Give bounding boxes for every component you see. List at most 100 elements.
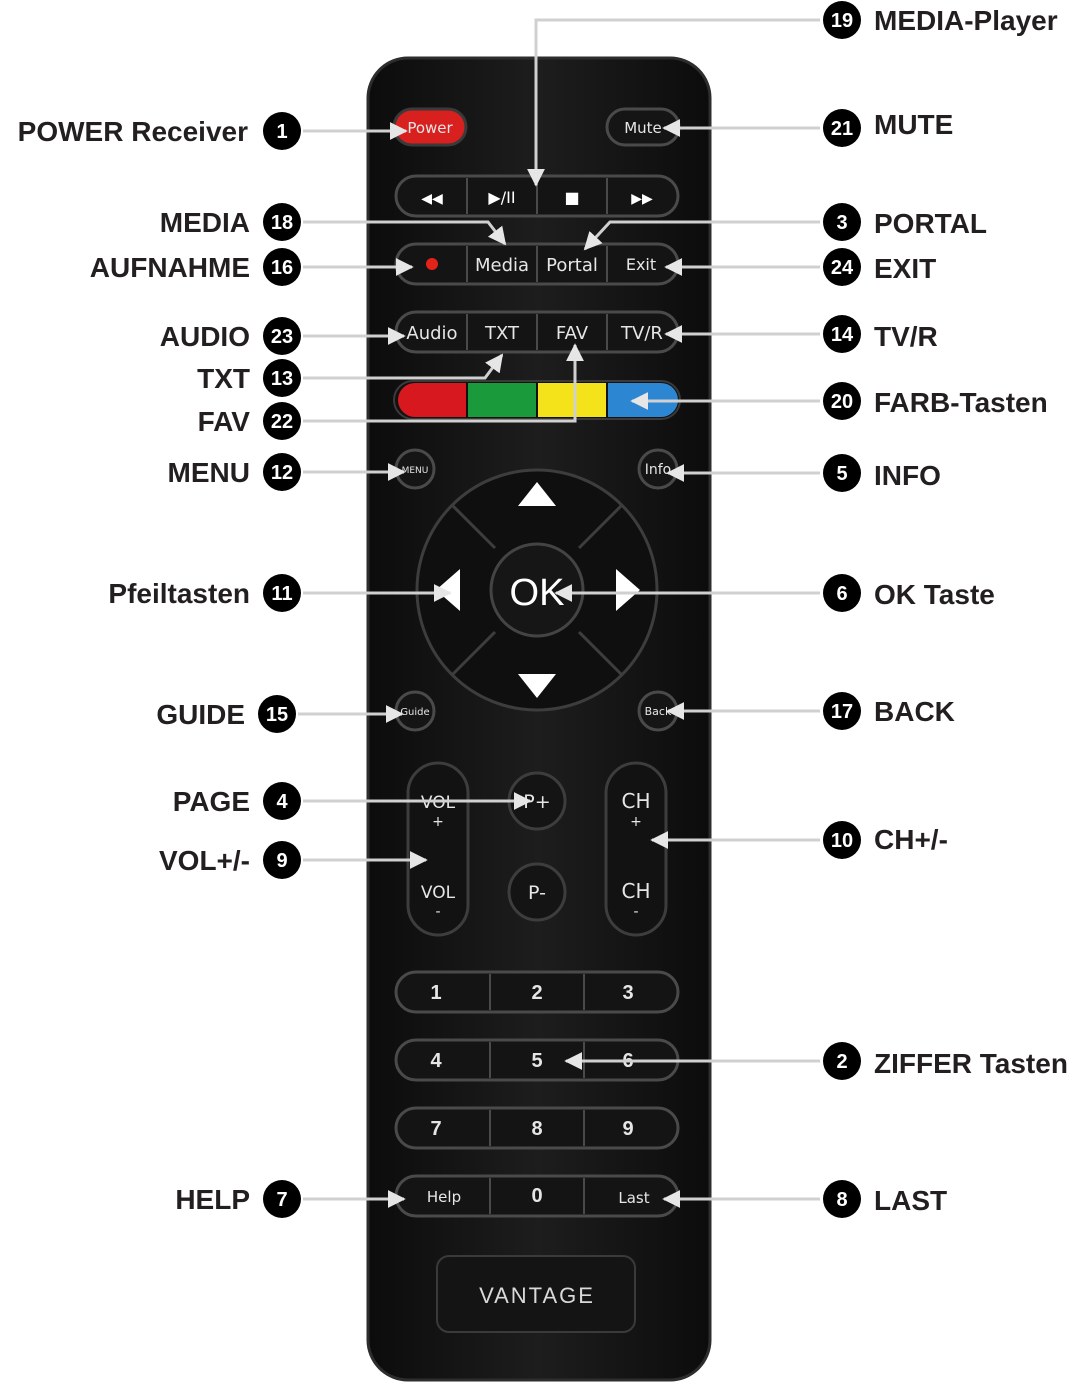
tvr-button[interactable]: TV/R xyxy=(620,323,663,344)
callout-menu-text: MENU xyxy=(168,457,250,488)
green-key[interactable] xyxy=(468,383,536,417)
callout-audio: AUDIO 23 xyxy=(160,317,301,355)
callout-ok: 6 OK Taste xyxy=(823,574,995,612)
menu-button[interactable]: MENU xyxy=(394,448,436,490)
callout-portal-num: 3 xyxy=(836,212,847,234)
info-button[interactable]: Info xyxy=(637,448,679,490)
callout-mute-text: MUTE xyxy=(874,109,953,140)
tvr-button-label: TV/R xyxy=(620,323,663,344)
callout-info-num: 5 xyxy=(836,463,847,485)
vol-down-label: VOL xyxy=(421,883,456,903)
callout-media: MEDIA 18 xyxy=(160,203,301,241)
callout-last-text: LAST xyxy=(874,1185,947,1216)
callout-fav-text: FAV xyxy=(198,406,251,437)
digit-7-button[interactable]: 7 xyxy=(430,1118,441,1140)
callout-back-num: 17 xyxy=(831,701,853,723)
rewind-button[interactable]: ◀◀ xyxy=(421,191,443,207)
ok-button[interactable]: OK xyxy=(489,542,585,638)
callout-color: 20 FARB-Tasten xyxy=(823,382,1048,420)
callout-guide: GUIDE 15 xyxy=(156,695,296,733)
guide-button-label: Guide xyxy=(400,707,429,718)
stop-button[interactable]: ■ xyxy=(564,188,579,207)
callout-digits-text: ZIFFER Tasten xyxy=(874,1048,1068,1079)
portal-button-label: Portal xyxy=(546,255,598,276)
callout-last: 8 LAST xyxy=(823,1180,947,1218)
callout-arrows-text: Pfeiltasten xyxy=(108,578,250,609)
forward-button[interactable]: ▶▶ xyxy=(631,191,653,207)
callouts-right: 19 MEDIA-Player 21 MUTE 3 PORTAL 24 EXIT… xyxy=(823,1,1068,1218)
callout-info: 5 INFO xyxy=(823,454,941,492)
back-button-label: Back xyxy=(645,705,672,718)
callout-back-text: BACK xyxy=(874,696,955,727)
callout-record-text: AUFNAHME xyxy=(90,252,250,283)
exit-button[interactable]: Exit xyxy=(626,255,656,274)
digit-row-1: 1 2 3 xyxy=(394,970,680,1014)
callout-arrows-num: 11 xyxy=(271,583,292,605)
help-button[interactable]: Help xyxy=(427,1188,461,1206)
callout-help-text: HELP xyxy=(175,1184,250,1215)
callout-exit-text: EXIT xyxy=(874,253,936,284)
callout-color-text: FARB-Tasten xyxy=(874,387,1048,418)
audio-button[interactable]: Audio xyxy=(406,323,457,344)
digit-1-button[interactable]: 1 xyxy=(430,982,441,1004)
txt-button[interactable]: TXT xyxy=(484,323,520,344)
digit-5-button[interactable]: 5 xyxy=(531,1050,542,1072)
callout-media-num: 18 xyxy=(271,212,293,234)
ch-up-label: CH xyxy=(621,789,650,813)
vol-rocker[interactable]: VOL + VOL - xyxy=(406,761,470,937)
callout-ok-num: 6 xyxy=(836,583,847,605)
power-button-label: Power xyxy=(407,119,453,137)
callout-digits: 2 ZIFFER Tasten xyxy=(823,1042,1068,1080)
callout-exit-num: 24 xyxy=(831,257,854,279)
digit-4-button[interactable]: 4 xyxy=(430,1050,442,1072)
callout-menu: MENU 12 xyxy=(168,453,301,491)
digit-0-button[interactable]: 0 xyxy=(531,1185,542,1207)
audio-button-label: Audio xyxy=(406,323,457,344)
ch-rocker[interactable]: CH + CH - xyxy=(604,761,668,937)
callout-media-text: MEDIA xyxy=(160,207,250,238)
digit-9-button[interactable]: 9 xyxy=(622,1118,633,1140)
callout-back: 17 BACK xyxy=(823,692,955,730)
portal-button[interactable]: Portal xyxy=(546,255,598,276)
play-pause-icon: ▶/II xyxy=(488,188,515,207)
record-row: Media Portal Exit xyxy=(394,242,680,286)
callout-media-player-text: MEDIA-Player xyxy=(874,5,1058,36)
vol-up-label: VOL xyxy=(421,793,456,813)
last-button[interactable]: Last xyxy=(618,1189,649,1207)
digit-2-button[interactable]: 2 xyxy=(531,982,542,1004)
play-pause-button[interactable]: ▶/II xyxy=(488,188,515,207)
media-button[interactable]: Media xyxy=(475,255,529,276)
callout-audio-num: 23 xyxy=(271,326,293,348)
callout-portal-text: PORTAL xyxy=(874,208,987,239)
callout-guide-num: 15 xyxy=(266,704,288,726)
callout-ok-text: OK Taste xyxy=(874,579,995,610)
callout-guide-text: GUIDE xyxy=(156,699,245,730)
callout-txt-text: TXT xyxy=(197,363,250,394)
callout-tvr-text: TV/R xyxy=(874,321,938,352)
callout-ch: 10 CH+/- xyxy=(823,821,948,859)
vantage-logo: VANTAGE xyxy=(479,1283,595,1308)
fav-button[interactable]: FAV xyxy=(556,323,589,344)
power-button[interactable]: Power xyxy=(392,107,468,147)
yellow-key[interactable] xyxy=(538,383,606,417)
callout-help: HELP 7 xyxy=(175,1180,301,1218)
record-button[interactable] xyxy=(426,258,438,270)
audio-row: Audio TXT FAV TV/R xyxy=(394,310,680,354)
digit-8-button[interactable]: 8 xyxy=(531,1118,542,1140)
callout-fav-num: 22 xyxy=(271,411,293,433)
digit-3-button[interactable]: 3 xyxy=(622,982,633,1004)
callout-txt-num: 13 xyxy=(271,368,293,390)
callout-power: POWER Receiver 1 xyxy=(18,112,301,150)
callout-ch-text: CH+/- xyxy=(874,824,948,855)
red-key[interactable] xyxy=(398,383,466,417)
digit-row-3: 7 8 9 xyxy=(394,1106,680,1150)
callout-media-player-num: 19 xyxy=(831,10,853,32)
guide-button[interactable]: Guide xyxy=(394,690,436,732)
callout-vol-text: VOL+/- xyxy=(159,845,250,876)
callout-color-num: 20 xyxy=(831,391,853,413)
callout-page-text: PAGE xyxy=(173,786,250,817)
callout-record: AUFNAHME 16 xyxy=(90,248,301,286)
stop-icon: ■ xyxy=(564,188,579,207)
page-down-button[interactable]: P- xyxy=(507,862,567,922)
exit-button-label: Exit xyxy=(626,255,656,274)
